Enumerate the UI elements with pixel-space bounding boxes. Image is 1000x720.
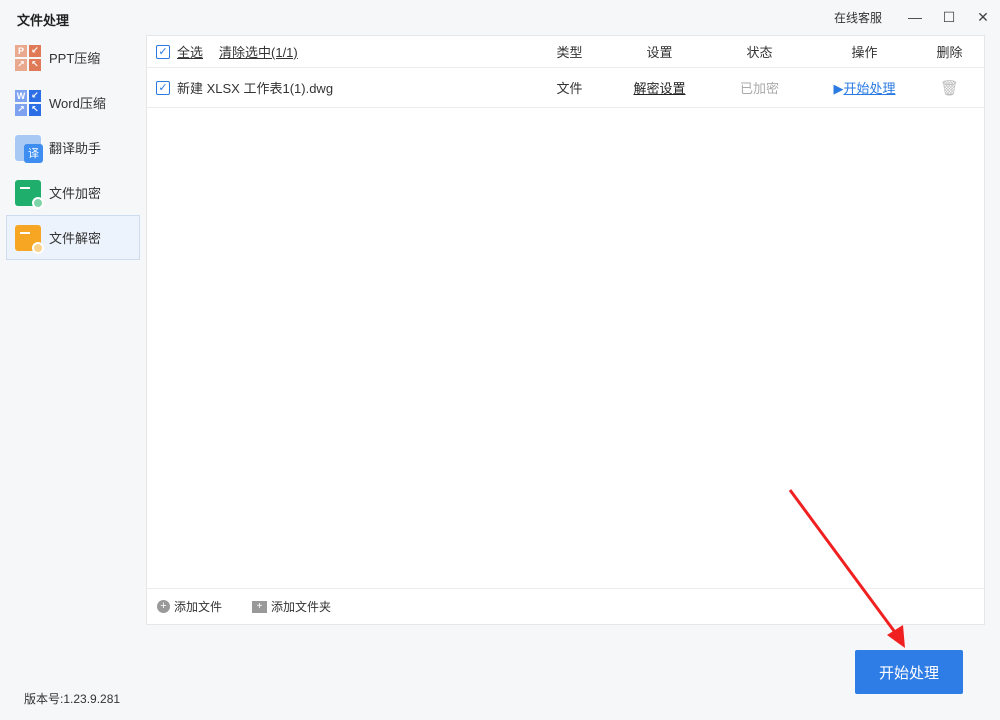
app-title: 文件处理: [17, 10, 69, 29]
header-action: 操作: [822, 42, 907, 61]
header-status: 状态: [722, 42, 797, 61]
sidebar-item-label: 翻译助手: [49, 138, 101, 157]
plus-circle-icon: +: [157, 600, 170, 613]
trash-icon[interactable]: 🗑: [927, 79, 972, 97]
clear-selection-link[interactable]: 清除选中(1/1): [219, 42, 298, 61]
folder-plus-icon: +: [252, 601, 267, 613]
table-header: ✓ 全选 清除选中(1/1) 类型 设置 状态 操作 删除: [147, 36, 984, 68]
start-processing-button[interactable]: 开始处理: [855, 650, 963, 694]
minimize-button[interactable]: —: [898, 9, 932, 25]
select-all-link[interactable]: 全选: [177, 42, 203, 61]
header-settings: 设置: [617, 42, 702, 61]
add-file-button[interactable]: +添加文件: [157, 598, 222, 615]
header-type: 类型: [542, 42, 597, 61]
sidebar: P↙↗↖ PPT压缩 W↙↗↖ Word压缩 译 翻译助手 文件加密 文件解密: [6, 35, 140, 260]
red-arrow-annotation: [785, 485, 910, 655]
sidebar-item-label: 文件解密: [49, 228, 101, 247]
file-status: 已加密: [722, 78, 797, 97]
close-button[interactable]: ✕: [966, 9, 1000, 26]
file-lock-icon: [15, 180, 41, 206]
online-service-link[interactable]: 在线客服: [834, 9, 882, 26]
file-unlock-icon: [15, 225, 41, 251]
file-type: 文件: [542, 78, 597, 97]
sidebar-item-label: PPT压缩: [49, 48, 100, 67]
select-all-checkbox[interactable]: ✓: [156, 45, 170, 59]
sidebar-item-word-compress[interactable]: W↙↗↖ Word压缩: [6, 80, 140, 125]
maximize-button[interactable]: ☐: [932, 9, 966, 26]
word-compress-icon: W↙↗↖: [15, 90, 41, 116]
table-row: ✓ 新建 XLSX 工作表1(1).dwg 文件 解密设置 已加密 ▶开始处理 …: [147, 68, 984, 108]
ppt-compress-icon: P↙↗↖: [15, 45, 41, 71]
add-folder-button[interactable]: +添加文件夹: [252, 598, 331, 615]
file-name: 新建 XLSX 工作表1(1).dwg: [177, 78, 333, 97]
header-delete: 删除: [927, 42, 972, 61]
sidebar-item-file-decrypt[interactable]: 文件解密: [6, 215, 140, 260]
translate-icon: 译: [15, 135, 41, 161]
row-start-button[interactable]: ▶开始处理: [822, 78, 907, 97]
row-checkbox[interactable]: ✓: [156, 81, 170, 95]
window-controls: 在线客服 — ☐ ✕: [834, 0, 1000, 34]
version-label: 版本号:1.23.9.281: [24, 690, 120, 707]
sidebar-item-label: Word压缩: [49, 93, 106, 112]
sidebar-item-label: 文件加密: [49, 183, 101, 202]
sidebar-item-file-encrypt[interactable]: 文件加密: [6, 170, 140, 215]
decrypt-settings-link[interactable]: 解密设置: [617, 78, 702, 97]
sidebar-item-translate[interactable]: 译 翻译助手: [6, 125, 140, 170]
play-icon: ▶: [833, 81, 843, 96]
sidebar-item-ppt-compress[interactable]: P↙↗↖ PPT压缩: [6, 35, 140, 80]
